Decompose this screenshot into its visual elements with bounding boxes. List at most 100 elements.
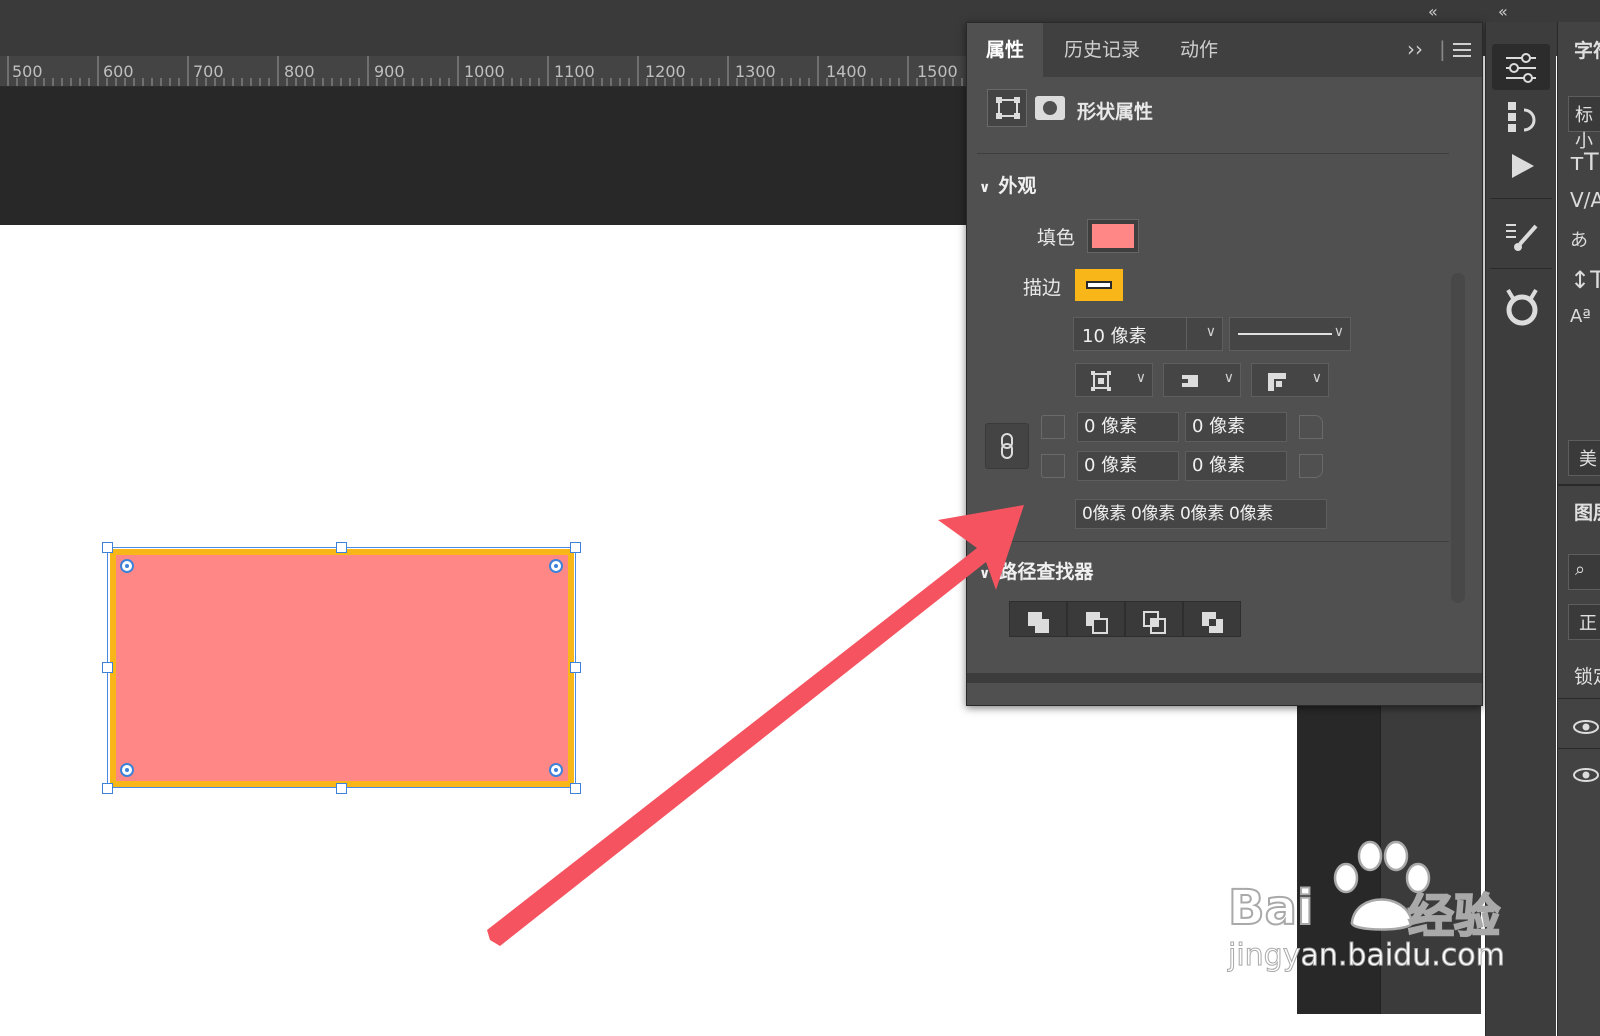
pathfinder-exclude-button[interactable] bbox=[1183, 601, 1241, 637]
tab-properties[interactable]: 属性 bbox=[967, 23, 1043, 77]
chevron-down-icon: ∨ bbox=[1333, 324, 1344, 340]
resize-handle-top-right[interactable] bbox=[570, 542, 581, 553]
tab-actions[interactable]: 动作 bbox=[1161, 23, 1237, 77]
ruler-tick-label: 1300 bbox=[735, 62, 776, 81]
corner-bottom-right-icon bbox=[1299, 454, 1323, 478]
history-icon[interactable] bbox=[1502, 98, 1542, 138]
stroke-cap-dropdown[interactable]: ∨ bbox=[1163, 363, 1241, 397]
layer-filter-field[interactable]: ⌕ bbox=[1568, 554, 1600, 590]
panel-scrollbar[interactable] bbox=[1451, 273, 1465, 603]
divider bbox=[977, 153, 1449, 154]
tracking-icon: あ bbox=[1570, 230, 1588, 251]
resize-handle-bottom-left[interactable] bbox=[102, 783, 113, 794]
solid-line-icon bbox=[1238, 333, 1332, 335]
corner-radius-widget-bottom-left[interactable] bbox=[120, 763, 134, 777]
intersect-icon bbox=[1143, 611, 1166, 634]
horizontal-ruler[interactable]: 500 600 700 800 900 1000 1100 1200 1300 … bbox=[0, 56, 966, 87]
ruler-tick-label: 1400 bbox=[826, 62, 867, 81]
divider bbox=[1558, 748, 1600, 749]
resize-handle-middle-right[interactable] bbox=[570, 662, 581, 673]
panel-title: 形状属性 bbox=[1077, 101, 1154, 123]
font-style-value: 标小 bbox=[1575, 105, 1593, 152]
collapse-tools-icon[interactable]: « bbox=[1498, 2, 1508, 21]
watermark-url: jingyan.baidu.com bbox=[1228, 938, 1506, 974]
sliders-icon bbox=[1506, 53, 1536, 83]
tab-history[interactable]: 历史记录 bbox=[1043, 23, 1161, 77]
corner-top-left-field[interactable]: 0 像素 bbox=[1077, 412, 1179, 442]
brush-icon[interactable] bbox=[1502, 218, 1542, 258]
properties-panel-button[interactable] bbox=[1492, 44, 1550, 90]
eye-icon[interactable] bbox=[1572, 766, 1600, 784]
stroke-corner-dropdown[interactable]: ∨ bbox=[1251, 363, 1329, 397]
pasteboard bbox=[0, 87, 966, 225]
pathfinder-intersect-button[interactable] bbox=[1125, 601, 1183, 637]
ruler-tick-label: 1200 bbox=[645, 62, 686, 81]
panel-resize-bar[interactable] bbox=[967, 673, 1482, 683]
character-tab[interactable]: 字符 bbox=[1574, 36, 1600, 63]
font-style-field[interactable]: 标小 bbox=[1568, 96, 1600, 152]
fill-color-swatch[interactable] bbox=[1087, 219, 1139, 253]
resize-handle-bottom-center[interactable] bbox=[336, 783, 347, 794]
ruler-tick-label: 1500 bbox=[917, 62, 958, 81]
minus-front-icon bbox=[1086, 612, 1108, 634]
kerning-icon: V/A bbox=[1570, 188, 1600, 212]
corner-top-left-icon bbox=[1041, 415, 1065, 439]
chevron-down-icon: ∨ bbox=[1223, 370, 1234, 386]
corner-bottom-left-field[interactable]: 0 像素 bbox=[1077, 451, 1179, 481]
divider bbox=[1490, 268, 1552, 269]
corner-radius-widget-top-left[interactable] bbox=[120, 559, 134, 573]
language-field[interactable]: 美 bbox=[1568, 440, 1600, 476]
resize-handle-top-left[interactable] bbox=[102, 542, 113, 553]
pathfinder-unite-button[interactable] bbox=[1009, 601, 1067, 637]
ruler-tick-label: 800 bbox=[284, 62, 315, 81]
corner-radius-widget-bottom-right[interactable] bbox=[549, 763, 563, 777]
corner-top-right-field[interactable]: 0 像素 bbox=[1185, 412, 1287, 442]
selection-bounding-box bbox=[107, 547, 576, 788]
clone-source-icon[interactable] bbox=[1500, 284, 1544, 328]
corner-radius-widget-top-right[interactable] bbox=[549, 559, 563, 573]
mask-shape-icon[interactable] bbox=[1035, 96, 1065, 120]
double-chevron-right-icon[interactable]: ›› bbox=[1407, 37, 1423, 61]
resize-handle-top-center[interactable] bbox=[336, 542, 347, 553]
stroke-width-value: 10 像素 bbox=[1082, 326, 1147, 347]
ruler-tick-label: 1100 bbox=[554, 62, 595, 81]
corner-bottom-left-icon bbox=[1041, 454, 1065, 478]
eye-icon[interactable] bbox=[1572, 718, 1600, 736]
ruler-tick-label: 600 bbox=[103, 62, 134, 81]
stroke-color-swatch[interactable] bbox=[1075, 269, 1123, 301]
pathfinder-section-header[interactable]: ∨ 路径查找器 bbox=[979, 557, 1093, 584]
stroke-align-dropdown[interactable]: ∨ bbox=[1075, 363, 1153, 397]
blend-mode-dropdown[interactable]: 正 bbox=[1568, 604, 1600, 640]
unite-icon bbox=[1028, 612, 1049, 633]
resize-handle-bottom-right[interactable] bbox=[570, 783, 581, 794]
divider bbox=[977, 541, 1449, 542]
lock-label: 锁定 bbox=[1574, 666, 1600, 688]
corner-top-right-icon bbox=[1299, 415, 1323, 439]
exclude-icon bbox=[1202, 612, 1223, 633]
link-corner-radius-button[interactable] bbox=[985, 423, 1029, 469]
stroke-align-inside-icon bbox=[1091, 371, 1111, 391]
corner-bottom-right-field[interactable]: 0 像素 bbox=[1185, 451, 1287, 481]
corner-radius-all-field[interactable]: 0像素 0像素 0像素 0像素 bbox=[1075, 499, 1327, 529]
chevron-down-icon: ∨ bbox=[1135, 370, 1146, 386]
stroke-style-dropdown[interactable]: ∨ bbox=[1229, 317, 1351, 351]
stroke-width-dropdown[interactable]: 10 像素 ∨ bbox=[1073, 317, 1223, 351]
baseline-shift-icon: Aª bbox=[1570, 306, 1591, 327]
watermark-brand-cn: 经验 bbox=[1407, 888, 1501, 944]
stroke-corner-icon bbox=[1268, 373, 1286, 391]
ruler-tick-label: 900 bbox=[374, 62, 405, 81]
ruler-tick-label: 1000 bbox=[464, 62, 505, 81]
appearance-section-label: 外观 bbox=[998, 175, 1037, 197]
resize-handle-middle-left[interactable] bbox=[102, 662, 113, 673]
play-actions-icon[interactable] bbox=[1506, 150, 1538, 182]
divider bbox=[1558, 698, 1600, 699]
divider bbox=[1490, 198, 1552, 199]
layers-tab[interactable]: 图层 bbox=[1574, 498, 1600, 525]
pathfinder-minus-front-button[interactable] bbox=[1067, 601, 1125, 637]
font-size-icon: тT bbox=[1570, 148, 1599, 176]
transform-icon[interactable] bbox=[987, 89, 1027, 127]
stroke-cap-icon bbox=[1180, 375, 1198, 387]
hamburger-menu-icon[interactable] bbox=[1453, 43, 1471, 57]
appearance-section-header[interactable]: ∨ 外观 bbox=[979, 171, 1036, 198]
collapse-panels-icon[interactable]: « bbox=[1428, 2, 1438, 21]
